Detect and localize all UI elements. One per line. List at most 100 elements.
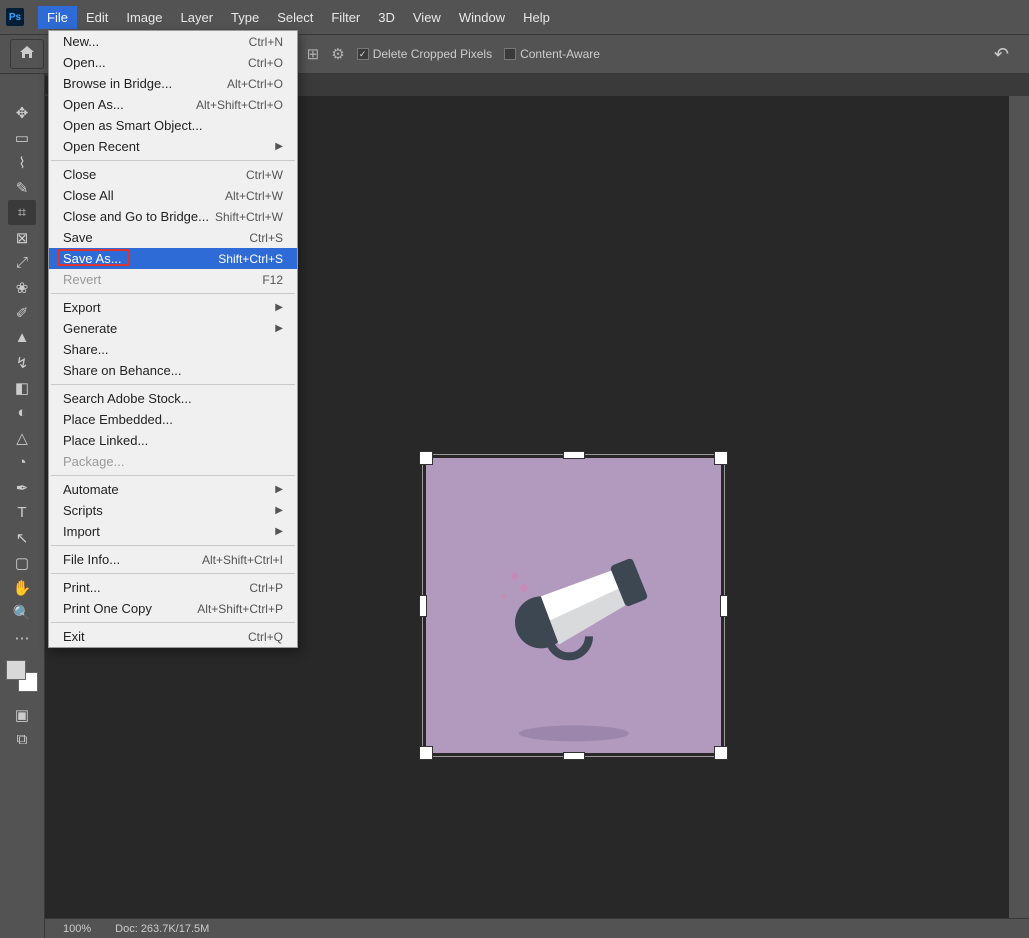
menu-edit[interactable]: Edit bbox=[77, 6, 117, 29]
crop-handle-tl[interactable] bbox=[419, 451, 433, 465]
crop-handle-tr[interactable] bbox=[714, 451, 728, 465]
menu-item-automate[interactable]: Automate▶ bbox=[49, 479, 297, 500]
clone-tool[interactable]: ▲ bbox=[8, 325, 36, 350]
reset-icon[interactable]: ↶ bbox=[994, 44, 1009, 65]
menu-help[interactable]: Help bbox=[514, 6, 559, 29]
menu-item-scripts[interactable]: Scripts▶ bbox=[49, 500, 297, 521]
menu-item-label: Place Embedded... bbox=[63, 412, 173, 427]
menu-item-open-recent[interactable]: Open Recent▶ bbox=[49, 136, 297, 157]
zoom-tool[interactable]: 🔍 bbox=[8, 600, 36, 625]
menu-item-open-as-smart-object[interactable]: Open as Smart Object... bbox=[49, 115, 297, 136]
menu-item-file-info[interactable]: File Info...Alt+Shift+Ctrl+I bbox=[49, 549, 297, 570]
menu-item-label: Close bbox=[63, 167, 96, 182]
menu-item-save-as[interactable]: Save As...Shift+Ctrl+S bbox=[49, 248, 297, 269]
submenu-arrow-icon: ▶ bbox=[275, 526, 283, 537]
menu-item-close-all[interactable]: Close AllAlt+Ctrl+W bbox=[49, 185, 297, 206]
menu-item-print[interactable]: Print...Ctrl+P bbox=[49, 577, 297, 598]
menu-item-shortcut: Ctrl+O bbox=[248, 56, 283, 70]
eraser-tool[interactable]: ◧ bbox=[8, 375, 36, 400]
crop-handle-br[interactable] bbox=[714, 746, 728, 760]
crop-tool[interactable]: ⌗ bbox=[8, 200, 36, 225]
menu-file[interactable]: File bbox=[38, 6, 77, 29]
submenu-arrow-icon: ▶ bbox=[275, 323, 283, 334]
pen-tool[interactable]: ✒ bbox=[8, 475, 36, 500]
type-tool[interactable]: T bbox=[8, 500, 36, 525]
menu-type[interactable]: Type bbox=[222, 6, 268, 29]
menu-item-label: Export bbox=[63, 300, 101, 315]
menu-item-print-one-copy[interactable]: Print One CopyAlt+Shift+Ctrl+P bbox=[49, 598, 297, 619]
screenmode-tool[interactable]: ⧉ bbox=[8, 727, 36, 752]
zoom-level[interactable]: 100% bbox=[63, 923, 91, 935]
marquee-tool[interactable]: ▭ bbox=[8, 125, 36, 150]
app-logo: Ps bbox=[6, 8, 24, 26]
blur-tool[interactable]: △ bbox=[8, 425, 36, 450]
delete-cropped-checkbox[interactable]: ✓ Delete Cropped Pixels bbox=[357, 47, 492, 61]
lasso-tool[interactable]: ⌇ bbox=[8, 150, 36, 175]
crop-handle-bl[interactable] bbox=[419, 746, 433, 760]
hand-tool[interactable]: ✋ bbox=[8, 575, 36, 600]
menu-item-close[interactable]: Close Ctrl+W bbox=[49, 164, 297, 185]
menu-select[interactable]: Select bbox=[268, 6, 322, 29]
menu-item-generate[interactable]: Generate▶ bbox=[49, 318, 297, 339]
history-brush-tool[interactable]: ↯ bbox=[8, 350, 36, 375]
healing-tool[interactable]: ❀ bbox=[8, 275, 36, 300]
eyedropper-tool[interactable]: ⤢ bbox=[8, 250, 36, 275]
menu-separator bbox=[51, 622, 295, 623]
menu-item-import[interactable]: Import ▶ bbox=[49, 521, 297, 542]
menu-separator bbox=[51, 293, 295, 294]
color-swatches[interactable] bbox=[6, 660, 38, 692]
submenu-arrow-icon: ▶ bbox=[275, 141, 283, 152]
menu-item-export[interactable]: Export▶ bbox=[49, 297, 297, 318]
menu-item-open-as[interactable]: Open As...Alt+Shift+Ctrl+O bbox=[49, 94, 297, 115]
menu-3d[interactable]: 3D bbox=[369, 6, 404, 29]
menu-item-exit[interactable]: ExitCtrl+Q bbox=[49, 626, 297, 647]
crop-handle-b[interactable] bbox=[563, 752, 585, 760]
grid-icon[interactable]: ⊞ bbox=[307, 45, 320, 63]
home-icon bbox=[18, 44, 36, 65]
foreground-swatch[interactable] bbox=[6, 660, 26, 680]
menu-item-place-embedded[interactable]: Place Embedded... bbox=[49, 409, 297, 430]
path-tool[interactable]: ↖ bbox=[8, 525, 36, 550]
menu-item-save[interactable]: SaveCtrl+S bbox=[49, 227, 297, 248]
content-aware-checkbox[interactable]: Content-Aware bbox=[504, 47, 600, 61]
move-tool[interactable]: ✥ bbox=[8, 100, 36, 125]
crop-selection[interactable] bbox=[422, 454, 725, 757]
menu-view[interactable]: View bbox=[404, 6, 450, 29]
canvas-image bbox=[426, 458, 721, 753]
menu-item-label: New... bbox=[63, 34, 99, 49]
crop-handle-r[interactable] bbox=[720, 595, 728, 617]
menu-item-shortcut: Alt+Shift+Ctrl+P bbox=[197, 602, 283, 616]
menu-item-label: Share... bbox=[63, 342, 109, 357]
menu-item-share-on-behance[interactable]: Share on Behance... bbox=[49, 360, 297, 381]
submenu-arrow-icon: ▶ bbox=[275, 484, 283, 495]
home-button[interactable] bbox=[10, 39, 44, 69]
rectangle-tool[interactable]: ▢ bbox=[8, 550, 36, 575]
menu-item-close-and-go-to-bridge[interactable]: Close and Go to Bridge...Shift+Ctrl+W bbox=[49, 206, 297, 227]
gradient-tool[interactable]: ◐ bbox=[8, 400, 36, 425]
menu-image[interactable]: Image bbox=[117, 6, 171, 29]
menu-item-place-linked[interactable]: Place Linked... bbox=[49, 430, 297, 451]
gear-icon[interactable]: ⚙ bbox=[331, 45, 344, 63]
menu-layer[interactable]: Layer bbox=[172, 6, 223, 29]
menu-window[interactable]: Window bbox=[450, 6, 514, 29]
menu-item-label: Import bbox=[63, 524, 100, 539]
delete-cropped-label: Delete Cropped Pixels bbox=[373, 47, 492, 61]
menu-item-browse-in-bridge[interactable]: Browse in Bridge...Alt+Ctrl+O bbox=[49, 73, 297, 94]
quick-select-tool[interactable]: ✎ bbox=[8, 175, 36, 200]
menubar: Ps FileEditImageLayerTypeSelectFilter3DV… bbox=[0, 0, 1029, 34]
dodge-tool[interactable]: ◔ bbox=[8, 450, 36, 475]
more-tool[interactable]: ⋯ bbox=[8, 625, 36, 650]
crop-handle-t[interactable] bbox=[563, 451, 585, 459]
crop-handle-l[interactable] bbox=[419, 595, 427, 617]
menu-item-shortcut: Ctrl+W bbox=[246, 168, 283, 182]
menu-item-search-adobe-stock[interactable]: Search Adobe Stock... bbox=[49, 388, 297, 409]
menu-item-open[interactable]: Open...Ctrl+O bbox=[49, 52, 297, 73]
menu-item-new[interactable]: New...Ctrl+N bbox=[49, 31, 297, 52]
menu-filter[interactable]: Filter bbox=[322, 6, 369, 29]
brush-tool[interactable]: ✐ bbox=[8, 300, 36, 325]
file-menu-dropdown: New...Ctrl+NOpen...Ctrl+OBrowse in Bridg… bbox=[48, 30, 298, 648]
frame-tool[interactable]: ⊠ bbox=[8, 225, 36, 250]
menu-item-revert: RevertF12 bbox=[49, 269, 297, 290]
menu-item-share[interactable]: Share... bbox=[49, 339, 297, 360]
quickmask-tool[interactable]: ▣ bbox=[8, 702, 36, 727]
